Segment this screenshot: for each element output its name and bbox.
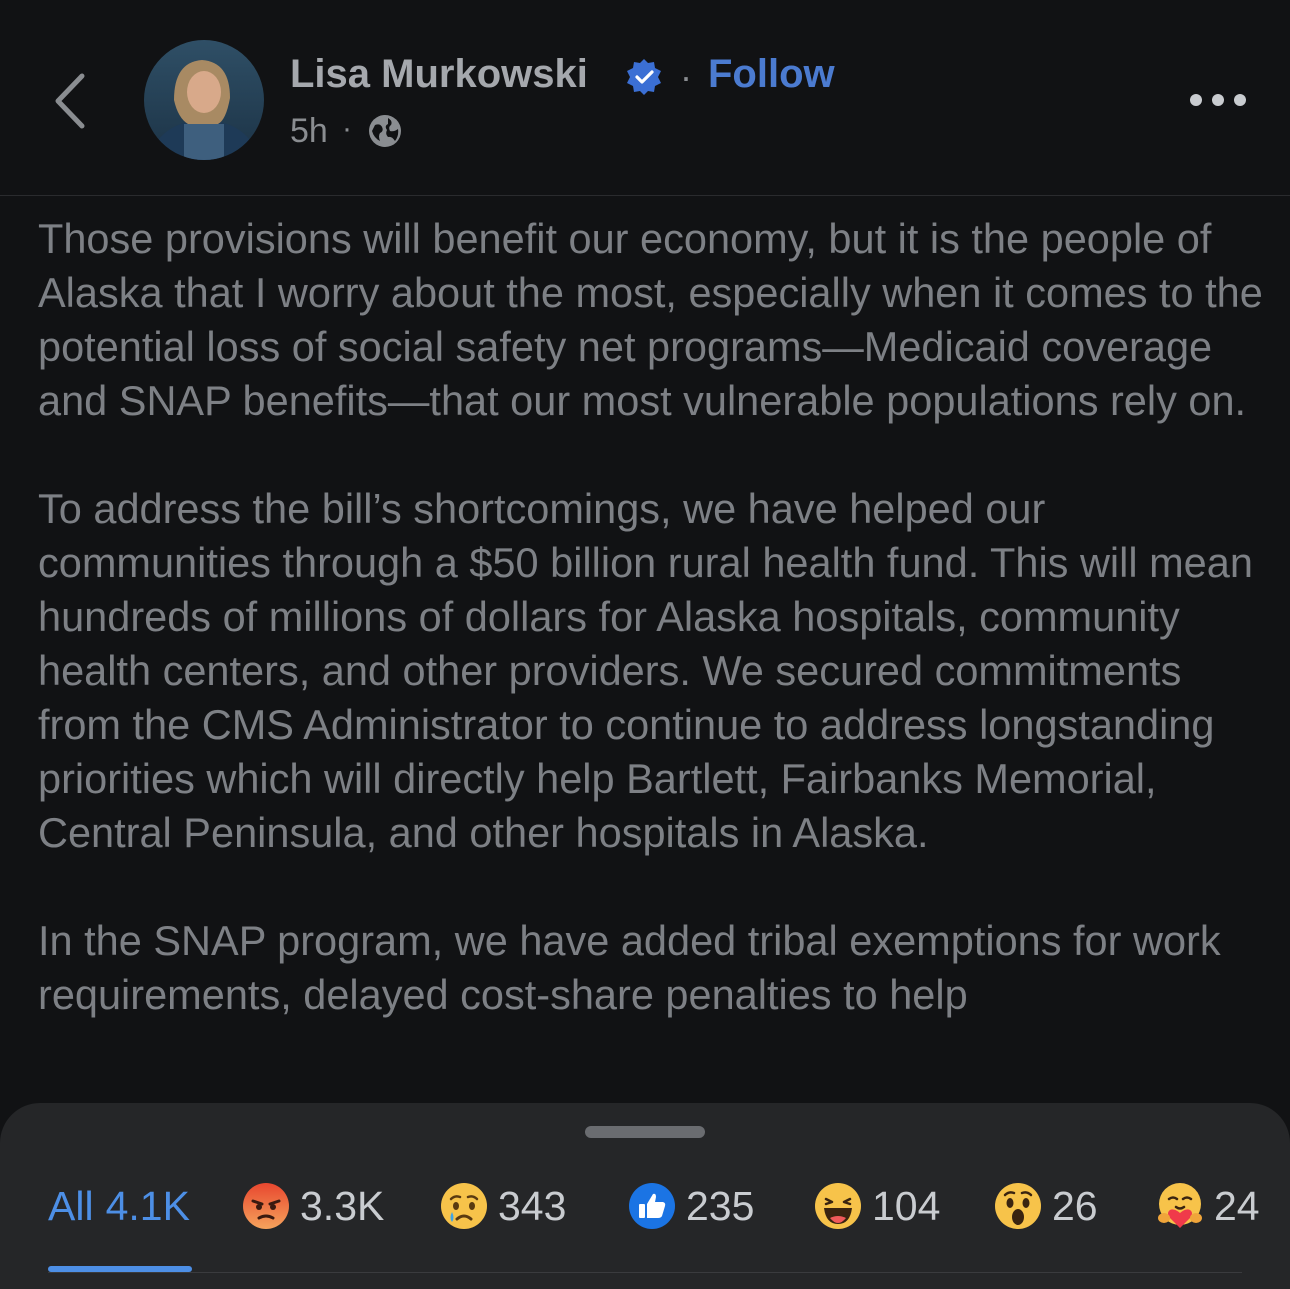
- tab-count: 235: [686, 1182, 755, 1229]
- post-timestamp[interactable]: 5h: [290, 112, 328, 151]
- tab-wow[interactable]: 26: [994, 1180, 1098, 1232]
- tab-count: 26: [1052, 1182, 1098, 1229]
- chevron-left-icon[interactable]: [48, 66, 98, 136]
- post-header: Lisa Murkowski · Follow 5h ·: [0, 0, 1290, 196]
- like-icon: [629, 1183, 675, 1229]
- haha-emoji-icon: [815, 1183, 861, 1229]
- sad-emoji-icon: [441, 1183, 487, 1229]
- care-emoji-icon: [1158, 1183, 1202, 1228]
- tab-haha[interactable]: 104: [814, 1180, 940, 1232]
- tabs-divider: [48, 1272, 1242, 1273]
- profile-photo: [144, 40, 264, 160]
- post-body: Those provisions will benefit our econom…: [38, 212, 1268, 1076]
- post-paragraph: Those provisions will benefit our econom…: [38, 215, 1263, 424]
- sheet-grabber-handle[interactable]: [585, 1126, 705, 1138]
- tab-angry[interactable]: 3.3K: [242, 1180, 384, 1232]
- more-horizontal-icon[interactable]: [1186, 86, 1250, 114]
- tab-label: All: [48, 1182, 94, 1229]
- avatar[interactable]: [144, 40, 264, 160]
- author-name[interactable]: Lisa Murkowski: [290, 52, 588, 97]
- tab-like[interactable]: 235: [628, 1180, 754, 1232]
- tab-count: 24: [1214, 1182, 1260, 1229]
- post-paragraph: In the SNAP program, we have added triba…: [38, 917, 1221, 1018]
- tab-count: 4.1K: [105, 1182, 190, 1229]
- tab-count: 3.3K: [300, 1182, 385, 1229]
- follow-button[interactable]: Follow: [708, 52, 835, 97]
- tab-count: 104: [872, 1182, 941, 1229]
- tab-care[interactable]: 24: [1156, 1180, 1260, 1232]
- header-separator: ·: [680, 56, 692, 97]
- time-separator: ·: [342, 112, 352, 145]
- tab-sad[interactable]: 343: [440, 1180, 566, 1232]
- wow-emoji-icon: [995, 1183, 1041, 1229]
- tab-count: 343: [498, 1182, 567, 1229]
- verified-badge-icon: [627, 59, 661, 95]
- post-paragraph: To address the bill’s shortcomings, we h…: [38, 485, 1253, 856]
- globe-icon: [369, 115, 401, 147]
- tab-all-reactions[interactable]: All 4.1K: [48, 1180, 190, 1232]
- angry-emoji-icon: [243, 1183, 289, 1229]
